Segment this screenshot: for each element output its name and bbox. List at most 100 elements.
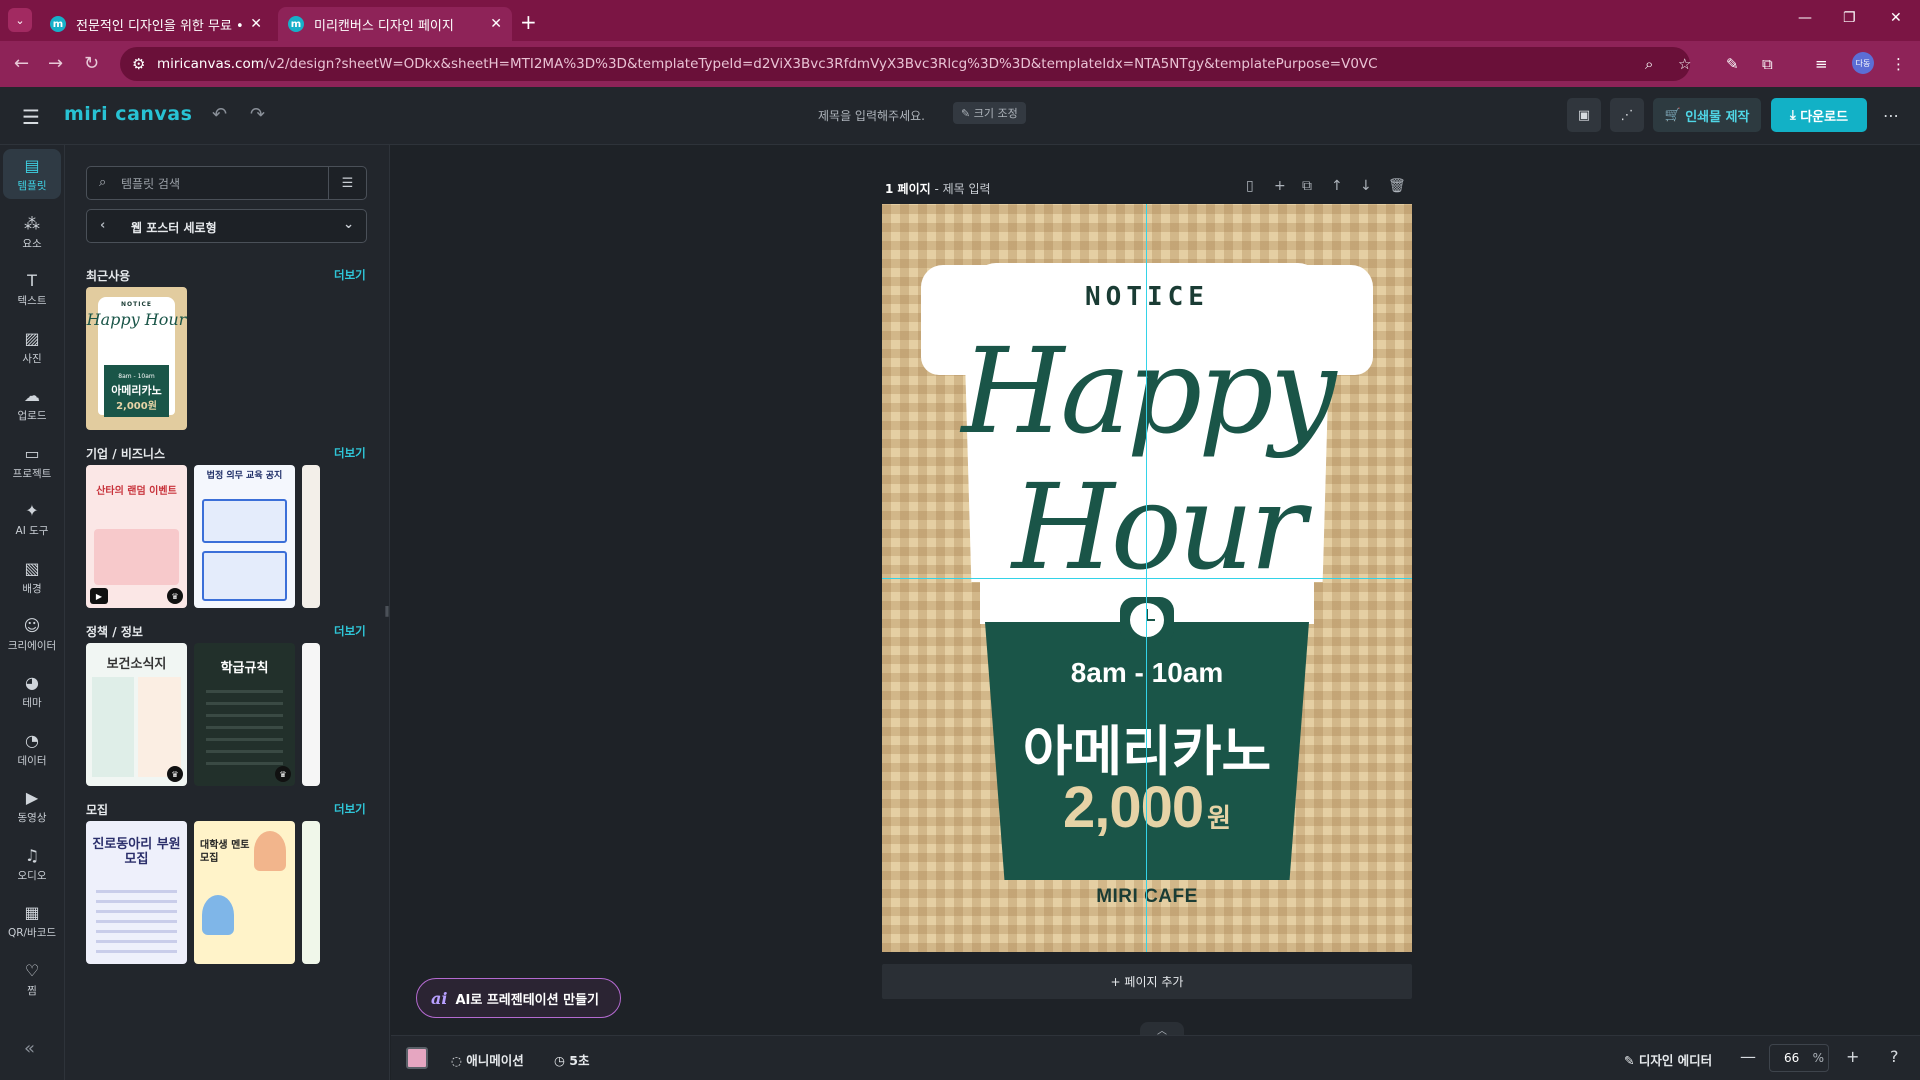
minimize-icon[interactable]: — bbox=[1798, 10, 1812, 26]
template-search-input[interactable] bbox=[121, 173, 321, 195]
rail-item-favorites[interactable]: ♡ 찜 bbox=[3, 954, 61, 1004]
template-thumb-business-1[interactable]: 산타의 랜덤 이벤트 ▶ ♛ bbox=[86, 465, 187, 608]
extension-pen-icon[interactable]: ✎ bbox=[1726, 55, 1739, 73]
rail-item-photo[interactable]: ▨ 사진 bbox=[3, 322, 61, 372]
url-text[interactable]: miricanvas.com/v2/design?sheetW=ODkx&she… bbox=[157, 56, 1378, 72]
tab-search-menu[interactable]: ⌄ bbox=[8, 8, 32, 32]
back-icon[interactable]: ← bbox=[14, 53, 29, 74]
miricanvas-logo[interactable]: miri canvas bbox=[64, 103, 192, 125]
rail-item-text[interactable]: T 텍스트 bbox=[3, 264, 61, 314]
rail-item-qr[interactable]: ▦ QR/바코드 bbox=[3, 896, 61, 946]
duplicate-page-icon[interactable]: ⧉ bbox=[1302, 178, 1312, 194]
filter-icon[interactable]: ☰ bbox=[328, 167, 366, 199]
print-order-button[interactable]: 🛒 인쇄물 제작 bbox=[1653, 98, 1761, 132]
expand-pages-icon[interactable]: ︿ bbox=[1140, 1022, 1184, 1037]
move-up-icon[interactable]: ↑ bbox=[1331, 178, 1343, 194]
reload-icon[interactable]: ↻ bbox=[84, 53, 99, 74]
rail-item-data[interactable]: ◔ 데이터 bbox=[3, 724, 61, 774]
bookmark-star-icon[interactable]: ☆ bbox=[1678, 55, 1691, 73]
page-title-input[interactable]: 제목 입력 bbox=[943, 182, 991, 196]
rail-item-project[interactable]: ▭ 프로젝트 bbox=[3, 437, 61, 487]
move-down-icon[interactable]: ↓ bbox=[1360, 178, 1372, 194]
zoom-icon[interactable]: ⌕ bbox=[1645, 55, 1653, 73]
collapse-panel-icon[interactable]: « bbox=[24, 1038, 35, 1059]
share-icon[interactable]: ⋰ bbox=[1610, 98, 1644, 132]
undo-icon[interactable]: ↶ bbox=[212, 104, 227, 125]
chevron-left-icon[interactable]: ‹ bbox=[100, 218, 105, 233]
zoom-input[interactable]: 66% bbox=[1769, 1044, 1829, 1072]
miricanvas-favicon-icon: m bbox=[288, 16, 304, 32]
template-thumb-policy-1[interactable]: 보건소식지 ♛ bbox=[86, 643, 187, 786]
poster-canvas[interactable]: NOTICE Happy Hour 8am - 10am 아메리카노 2,000… bbox=[882, 204, 1412, 952]
more-link-policy[interactable]: 더보기 bbox=[334, 623, 366, 639]
help-icon[interactable]: ? bbox=[1890, 1047, 1899, 1066]
restore-icon[interactable]: ❐ bbox=[1843, 10, 1856, 26]
time-text[interactable]: 8am - 10am bbox=[882, 657, 1412, 689]
hour-text[interactable]: Hour bbox=[892, 458, 1412, 596]
rail-item-audio[interactable]: ♫ 오디오 bbox=[3, 839, 61, 889]
animation-button[interactable]: ◌ 애니메이션 bbox=[451, 1050, 524, 1069]
close-window-icon[interactable]: ✕ bbox=[1890, 10, 1902, 26]
extensions-icon[interactable]: ⧉ bbox=[1762, 55, 1773, 73]
background-color-swatch[interactable] bbox=[406, 1047, 428, 1069]
template-thumb-recruit-2[interactable]: 대학생 멘토 모집 bbox=[194, 821, 295, 964]
media-control-icon[interactable]: ≡ bbox=[1815, 55, 1828, 73]
template-thumb-recent[interactable]: NOTICE Happy Hour 8am - 10am 아메리카노 2,000… bbox=[86, 287, 187, 430]
rail-item-video[interactable]: ▶ 동영상 bbox=[3, 781, 61, 831]
page-number: 1 페이지 bbox=[885, 182, 931, 196]
cafe-name-text[interactable]: MIRI CAFE bbox=[882, 886, 1412, 908]
category-selector[interactable]: ‹ 웹 포스터 세로형 ⌄ bbox=[86, 209, 367, 243]
rail-item-background[interactable]: ▧ 배경 bbox=[3, 552, 61, 602]
notice-text[interactable]: NOTICE bbox=[882, 282, 1412, 312]
delete-page-icon[interactable]: 🗑 bbox=[1388, 178, 1406, 194]
design-editor-button[interactable]: ✎ 디자인 에디터 bbox=[1624, 1050, 1712, 1069]
template-thumb-recruit-1[interactable]: 진로동아리 부원모집 bbox=[86, 821, 187, 964]
rail-item-template[interactable]: ▤ 템플릿 bbox=[3, 149, 61, 199]
menu-icon[interactable]: ☰ bbox=[22, 105, 40, 129]
template-thumb-business-2[interactable]: 법정 의무 교육 공지 bbox=[194, 465, 295, 608]
rail-item-elements[interactable]: ⁂ 요소 bbox=[3, 207, 61, 257]
template-thumb-recruit-3[interactable] bbox=[302, 821, 320, 964]
browser-tab-active[interactable]: m 미리캔버스 디자인 페이지 ✕ bbox=[278, 7, 512, 41]
site-info-icon[interactable]: ⚙ bbox=[132, 55, 145, 73]
more-options-icon[interactable]: ⋯ bbox=[1883, 106, 1899, 125]
profile-avatar[interactable]: 다동 bbox=[1852, 52, 1874, 74]
price-number: 2,000 bbox=[1062, 775, 1204, 840]
rail-item-ai-tools[interactable]: ✦ AI 도구 bbox=[3, 494, 61, 544]
more-link-recent[interactable]: 더보기 bbox=[334, 267, 366, 283]
design-editor-label: 디자인 에디터 bbox=[1638, 1053, 1713, 1068]
add-page-icon[interactable]: + bbox=[1274, 178, 1286, 194]
zoom-out-icon[interactable]: — bbox=[1740, 1047, 1756, 1066]
browser-menu-icon[interactable]: ⋮ bbox=[1891, 55, 1906, 73]
more-link-recruit[interactable]: 더보기 bbox=[334, 801, 366, 817]
rail-item-creator[interactable]: ☺ 크리에이터 bbox=[3, 609, 61, 659]
resize-button[interactable]: ✎ 크기 조정 bbox=[953, 102, 1026, 124]
zoom-in-icon[interactable]: + bbox=[1846, 1047, 1859, 1066]
timer-icon: ◷ bbox=[554, 1053, 570, 1068]
forward-icon[interactable]: → bbox=[48, 53, 63, 74]
more-link-business[interactable]: 더보기 bbox=[334, 445, 366, 461]
ai-presentation-button[interactable]: ai AI로 프레젠테이션 만들기 bbox=[416, 978, 621, 1018]
rail-item-upload[interactable]: ☁ 업로드 bbox=[3, 379, 61, 429]
new-tab-button[interactable]: + bbox=[520, 10, 537, 34]
template-thumb-policy-3[interactable] bbox=[302, 643, 320, 786]
happy-text[interactable]: Happy bbox=[882, 322, 1412, 460]
page-memo-icon[interactable]: ▯ bbox=[1246, 178, 1254, 194]
rail-label: 배경 bbox=[22, 582, 42, 595]
rail-item-theme[interactable]: ◕ 테마 bbox=[3, 666, 61, 716]
add-page-button[interactable]: + 페이지 추가 bbox=[882, 964, 1412, 999]
document-title-input[interactable]: 제목을 입력해주세요. bbox=[818, 107, 925, 124]
download-button[interactable]: ⤓ 다운로드 bbox=[1771, 98, 1867, 132]
duration-button[interactable]: ◷ 5초 bbox=[554, 1050, 589, 1069]
template-icon: ▤ bbox=[24, 155, 40, 175]
clock-icon[interactable] bbox=[1120, 597, 1174, 643]
template-thumb-policy-2[interactable]: 학급규칙 ♛ bbox=[194, 643, 295, 786]
template-thumb-business-3[interactable] bbox=[302, 465, 320, 608]
browser-tab[interactable]: m 전문적인 디자인을 위한 무료 • ✕ bbox=[40, 7, 272, 41]
close-tab-icon[interactable]: ✕ bbox=[490, 16, 502, 32]
thumb-list bbox=[96, 883, 177, 953]
close-tab-icon[interactable]: ✕ bbox=[250, 16, 262, 32]
redo-icon[interactable]: ↷ bbox=[250, 104, 265, 125]
save-icon[interactable]: ▣ bbox=[1567, 98, 1601, 132]
price-text[interactable]: 2,000 원 bbox=[882, 774, 1412, 841]
